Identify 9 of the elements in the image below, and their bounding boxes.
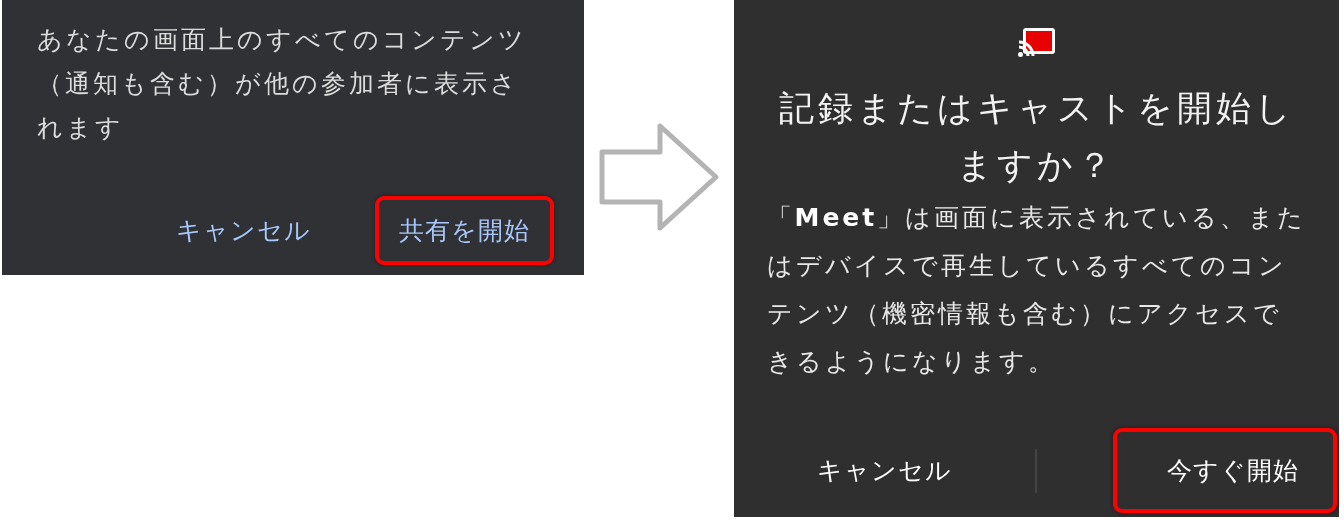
dialog-button[interactable]: キャンセル xyxy=(152,196,335,265)
cast-icon xyxy=(1016,26,1057,58)
dialog-title: 記録またはキャストを開始しますか？ xyxy=(777,87,1296,187)
dialog-message: あなたの画面上のすべてのコンテンツ（通知も含む）が他の参加者に表示されます xyxy=(37,24,528,144)
highlighted-dialog-button[interactable]: 共有を開始 xyxy=(375,196,554,265)
right-arrow-icon xyxy=(598,122,720,232)
dialog-button[interactable]: キャンセル xyxy=(792,436,976,505)
highlighted-dialog-button[interactable]: 今すぐ開始 xyxy=(1113,428,1337,513)
dialog-message: 「Meet」は画面に表示されている、またはデバイスで再生しているすべてのコンテンツ（機密情報も含む）にアクセスできるようになります。 xyxy=(766,202,1307,378)
